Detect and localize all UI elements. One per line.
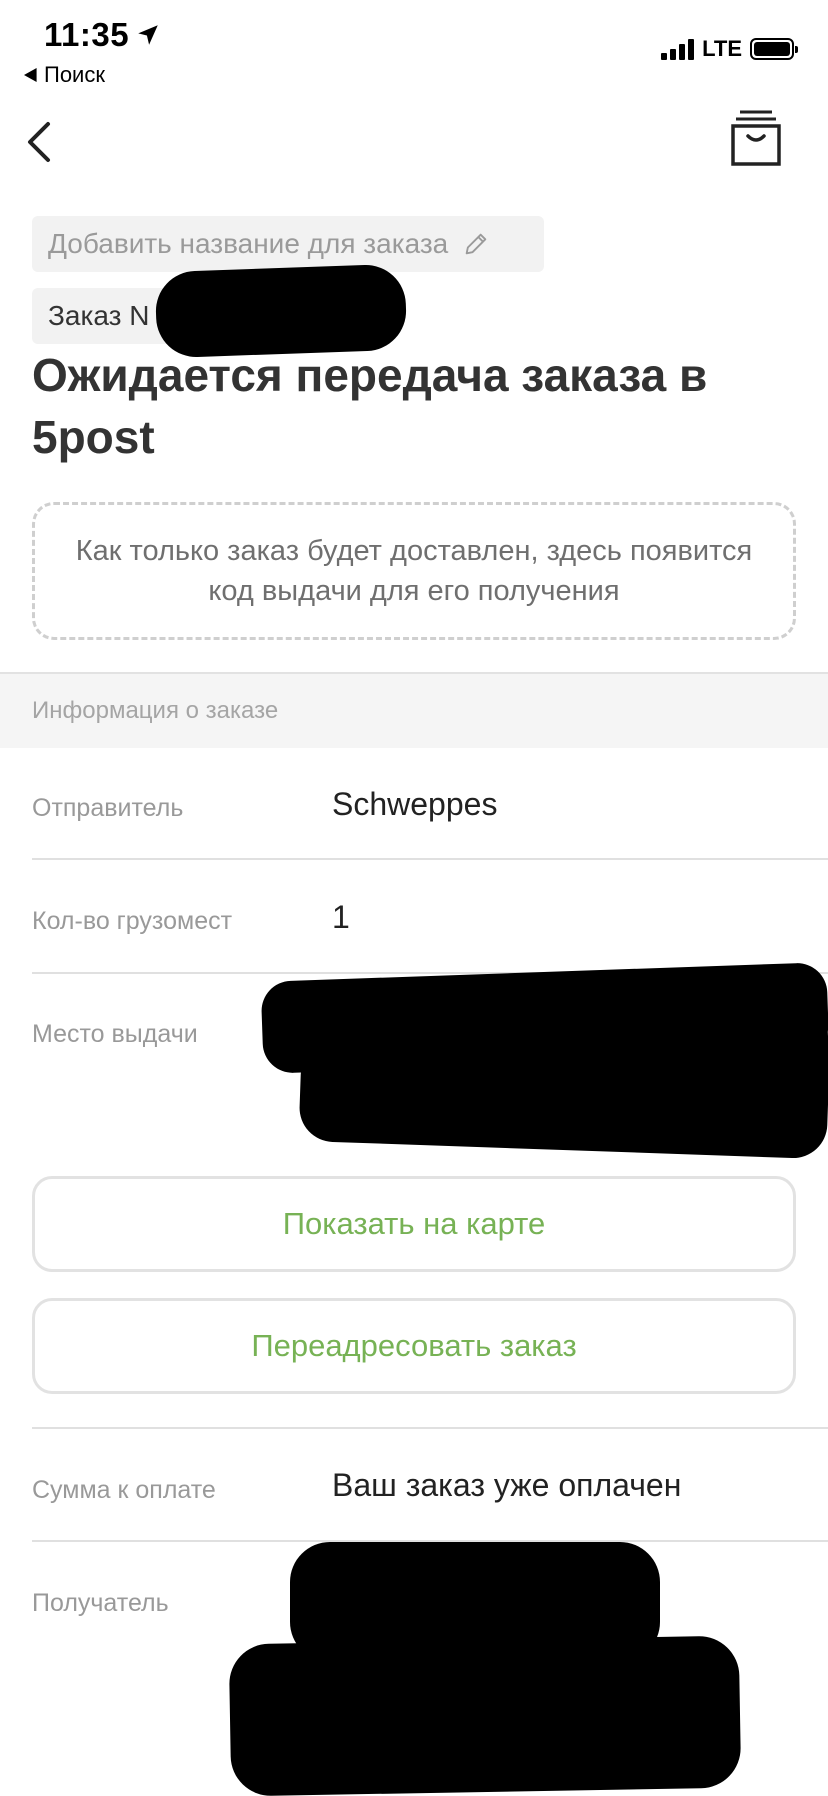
add-order-name-button[interactable]: Добавить название для заказа	[32, 216, 544, 272]
chevron-left-icon	[28, 122, 50, 162]
pencil-icon	[465, 233, 487, 255]
pickup-code-placeholder: Как только заказ будет доставлен, здесь …	[32, 502, 796, 640]
redirect-order-button[interactable]: Переадресовать заказ	[32, 1298, 796, 1394]
back-to-app-link[interactable]: Поиск	[24, 62, 105, 88]
pickup-point-label: Место выдачи	[32, 1020, 198, 1048]
pickup-code-note: Как только заказ будет доставлен, здесь …	[75, 535, 753, 607]
sender-value: Schweppes	[332, 786, 498, 822]
add-order-name-label: Добавить название для заказа	[48, 228, 449, 259]
back-to-app-label: Поиск	[44, 62, 105, 87]
back-button[interactable]	[22, 118, 58, 166]
order-number-label: Заказ N	[48, 300, 150, 331]
triangle-left-icon	[24, 68, 37, 82]
divider	[32, 858, 828, 860]
packages-count-value: 1	[332, 899, 350, 935]
status-time: 11:35	[44, 16, 161, 54]
packages-count-label: Кол-во грузомест	[32, 907, 233, 935]
divider	[32, 1427, 828, 1429]
show-on-map-button[interactable]: Показать на карте	[32, 1176, 796, 1272]
redaction-mark	[228, 1635, 742, 1796]
battery-icon	[750, 38, 798, 60]
amount-due-label: Сумма к оплате	[32, 1476, 216, 1504]
amount-due-value: Ваш заказ уже оплачен	[332, 1467, 682, 1503]
redirect-order-label: Переадресовать заказ	[251, 1328, 577, 1363]
section-title: Информация о заказе	[32, 697, 279, 724]
location-arrow-icon	[138, 25, 158, 45]
network-type: LTE	[702, 36, 742, 61]
archive-button[interactable]	[730, 108, 782, 168]
order-status-title: Ожидается передача заказа в 5post	[32, 349, 708, 463]
order-info-section-header: Информация о заказе	[0, 672, 828, 748]
sender-label: Отправитель	[32, 794, 184, 822]
status-time-text: 11:35	[44, 16, 130, 53]
status-indicators: LTE	[661, 36, 798, 62]
show-on-map-label: Показать на карте	[282, 1206, 546, 1241]
archive-box-icon	[731, 110, 781, 166]
redaction-mark	[380, 996, 828, 1136]
cellular-signal-icon	[661, 38, 695, 60]
recipient-label: Получатель	[32, 1589, 169, 1617]
